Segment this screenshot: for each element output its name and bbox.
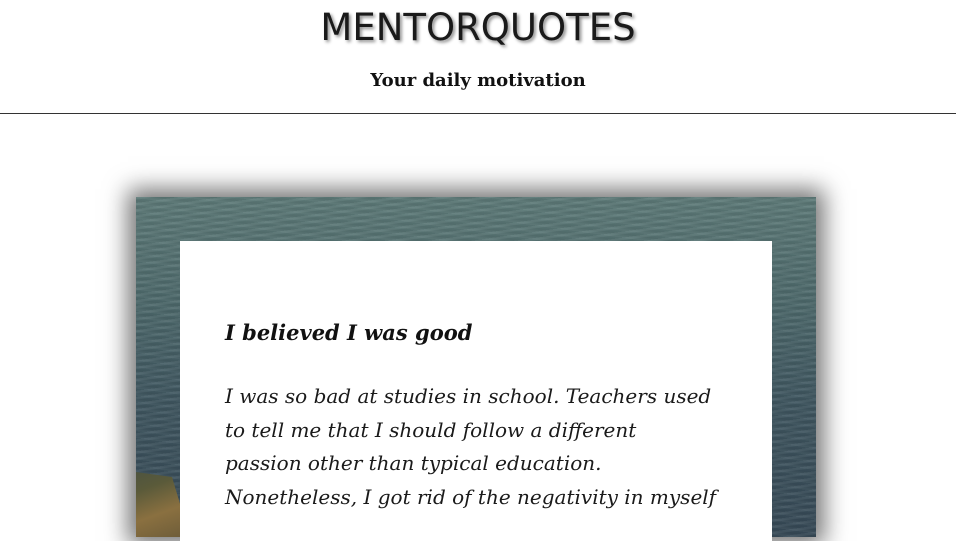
quote-line: I was so bad at studies in school. Teach… bbox=[225, 384, 712, 408]
quote-line: Nonetheless, I got rid of the negativity… bbox=[225, 484, 717, 509]
quote-card: I believed I was good I was so bad at st… bbox=[180, 241, 772, 541]
quote-line: to tell me that I should follow a differ… bbox=[225, 417, 637, 442]
quote-body: I was so bad at studies in school. Teach… bbox=[225, 380, 735, 514]
site-tagline: Your daily motivation bbox=[370, 70, 586, 91]
quote-line: passion other than typical education. bbox=[225, 451, 602, 475]
site-header: MENTORQUOTES Your daily motivation bbox=[0, 0, 956, 114]
site-title[interactable]: MENTORQUOTES bbox=[0, 6, 956, 50]
quote-title: I believed I was good bbox=[225, 320, 473, 345]
